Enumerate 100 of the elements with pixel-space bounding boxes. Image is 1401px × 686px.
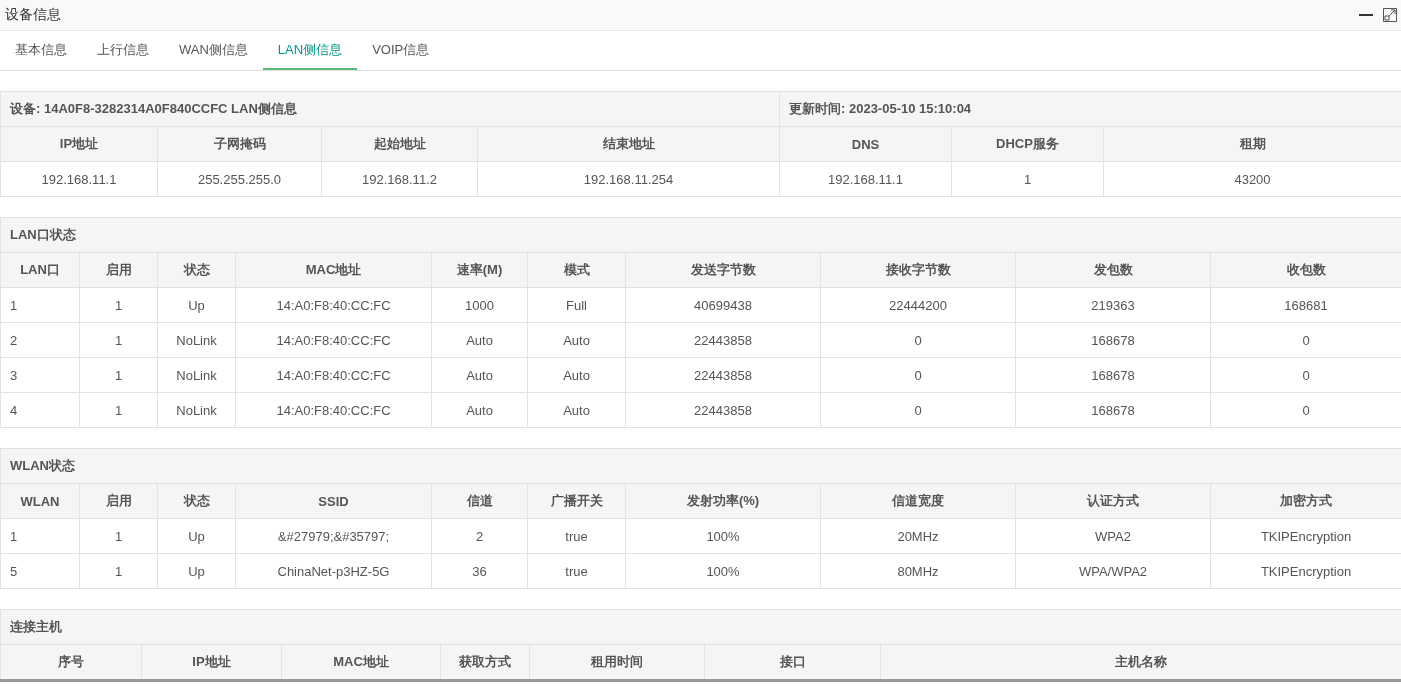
tab[interactable]: LAN侧信息 [262,31,358,70]
column-header: 状态 [157,252,236,288]
table-cell: WPA2 [1015,518,1211,554]
column-header: IP地址 [0,126,158,162]
table-cell: 219363 [1015,287,1211,323]
table-cell: Auto [527,357,626,393]
table-cell: true [527,518,626,554]
column-header: 信道宽度 [820,483,1016,519]
column-header: 认证方式 [1015,483,1211,519]
table-cell: 22443858 [625,392,821,428]
table-cell: NoLink [157,322,236,358]
table-cell: 1 [79,322,158,358]
table-cell: 1 [79,392,158,428]
column-header: 发包数 [1015,252,1211,288]
table-cell: ChinaNet-p3HZ-5G [235,553,432,589]
maximize-icon[interactable] [1383,8,1397,22]
table-cell: WPA/WPA2 [1015,553,1211,589]
tab[interactable]: VOIP信息 [357,31,445,70]
table-cell: 168678 [1015,392,1211,428]
column-header: 获取方式 [440,644,530,681]
column-header: 租期 [1103,126,1401,162]
table-cell: 1 [79,518,158,554]
column-header: 租用时间 [529,644,705,681]
table-cell: Up [157,518,236,554]
column-header: 广播开关 [527,483,626,519]
column-header: 起始地址 [321,126,478,162]
table-cell: 14:A0:F8:40:CC:FC [235,287,432,323]
table-cell: NoLink [157,357,236,393]
table-cell: Auto [431,357,528,393]
table-cell: Auto [527,322,626,358]
table-cell: 192.168.11.1 [779,161,952,197]
table-cell: 100% [625,518,821,554]
table-cell: 20MHz [820,518,1016,554]
table-cell: 80MHz [820,553,1016,589]
table-cell: 1 [0,287,80,323]
column-header: 速率(M) [431,252,528,288]
table-cell: true [527,553,626,589]
column-header: DHCP服务 [951,126,1104,162]
table-cell: 1000 [431,287,528,323]
table-cell: 1 [79,553,158,589]
table-cell: &#27979;&#35797; [235,518,432,554]
table-cell: 14:A0:F8:40:CC:FC [235,322,432,358]
table-cell: NoLink [157,392,236,428]
table-cell: Full [527,287,626,323]
section-title: 连接主机 [0,609,1401,645]
column-header: MAC地址 [235,252,432,288]
column-header: 启用 [79,252,158,288]
column-header: 加密方式 [1210,483,1401,519]
table-cell: 192.168.11.1 [0,161,158,197]
section-title: 更新时间: 2023-05-10 15:10:04 [779,91,1401,127]
table-cell: Auto [431,322,528,358]
table-cell: 2 [0,322,80,358]
table-cell: 4 [0,392,80,428]
table-cell: Up [157,553,236,589]
column-header: WLAN [0,483,80,519]
table-cell: Auto [431,392,528,428]
table-cell: Up [157,287,236,323]
table-cell: 168678 [1015,357,1211,393]
table-cell: 100% [625,553,821,589]
column-header: 发射功率(%) [625,483,821,519]
table-cell: 0 [820,392,1016,428]
table-cell: 1 [951,161,1104,197]
column-header: 接口 [704,644,881,681]
column-header: IP地址 [141,644,282,681]
table-cell: 14:A0:F8:40:CC:FC [235,357,432,393]
column-header: 接收字节数 [820,252,1016,288]
column-header: 启用 [79,483,158,519]
table-cell: 22443858 [625,322,821,358]
table-cell: 255.255.255.0 [157,161,322,197]
column-header: SSID [235,483,432,519]
table-cell: 1 [79,287,158,323]
column-header: 序号 [0,644,142,681]
table-cell: 22444200 [820,287,1016,323]
table-cell: 192.168.11.254 [477,161,780,197]
table-cell: 14:A0:F8:40:CC:FC [235,392,432,428]
table-cell: Auto [527,392,626,428]
section-title: 设备: 14A0F8-3282314A0F840CCFC LAN侧信息 [0,91,780,127]
column-header: 收包数 [1210,252,1401,288]
column-header: 主机名称 [880,644,1401,681]
section-title: LAN口状态 [0,217,1401,253]
section-title: WLAN状态 [0,448,1401,484]
table-cell: 3 [0,357,80,393]
table-cell: 2 [431,518,528,554]
tab[interactable]: 基本信息 [0,31,82,70]
table-cell: 1 [79,357,158,393]
column-header: 信道 [431,483,528,519]
column-header: 子网掩码 [157,126,322,162]
panel-title: 设备信息 [5,6,61,24]
column-header: LAN口 [0,252,80,288]
column-header: MAC地址 [281,644,441,681]
table-cell: 168678 [1015,322,1211,358]
column-header: 状态 [157,483,236,519]
table-cell: 40699438 [625,287,821,323]
table-cell: 36 [431,553,528,589]
column-header: 结束地址 [477,126,780,162]
table-cell: 1 [0,518,80,554]
column-header: 模式 [527,252,626,288]
column-header: 发送字节数 [625,252,821,288]
tab[interactable]: 上行信息 [82,31,164,70]
tab[interactable]: WAN侧信息 [164,31,263,70]
